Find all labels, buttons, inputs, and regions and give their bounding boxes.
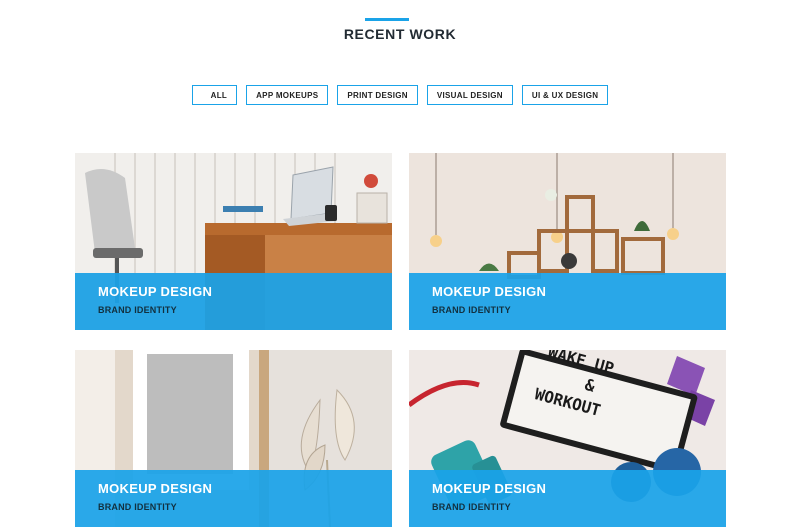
section-header: RECENT WORK: [0, 18, 800, 42]
card-caption: MOKEUP DESIGN BRAND IDENTITY: [75, 470, 392, 527]
card-title: MOKEUP DESIGN: [98, 284, 213, 299]
filter-visual-design-button[interactable]: VISUAL DESIGN: [426, 85, 513, 105]
title-accent-bar: [365, 18, 409, 21]
card-title: MOKEUP DESIGN: [98, 481, 213, 496]
card-caption: MOKEUP DESIGN BRAND IDENTITY: [75, 273, 392, 330]
portfolio-filter-bar: ALL APP MOKEUPS PRINT DESIGN VISUAL DESI…: [0, 85, 800, 105]
card-title: MOKEUP DESIGN: [432, 481, 547, 496]
portfolio-card[interactable]: MOKEUP DESIGN BRAND IDENTITY: [75, 350, 392, 527]
card-subtitle: BRAND IDENTITY: [98, 305, 177, 315]
filter-all-button[interactable]: ALL: [191, 85, 238, 105]
filter-ui-ux-design-button[interactable]: UI & UX DESIGN: [521, 85, 609, 105]
card-caption: MOKEUP DESIGN BRAND IDENTITY: [409, 273, 726, 330]
section-title: RECENT WORK: [343, 26, 457, 42]
portfolio-card[interactable]: MOKEUP DESIGN BRAND IDENTITY: [409, 153, 726, 330]
portfolio-card[interactable]: WAKE UP & WORKOUT MOKEUP DESIGN BRAND ID…: [409, 350, 726, 527]
card-subtitle: BRAND IDENTITY: [432, 305, 511, 315]
card-subtitle: BRAND IDENTITY: [432, 502, 511, 512]
card-caption: MOKEUP DESIGN BRAND IDENTITY: [409, 470, 726, 527]
card-title: MOKEUP DESIGN: [432, 284, 547, 299]
filter-print-design-button[interactable]: PRINT DESIGN: [337, 85, 418, 105]
filter-app-mokeups-button[interactable]: APP MOKEUPS: [246, 85, 329, 105]
portfolio-card[interactable]: MOKEUP DESIGN BRAND IDENTITY: [75, 153, 392, 330]
card-subtitle: BRAND IDENTITY: [98, 502, 177, 512]
